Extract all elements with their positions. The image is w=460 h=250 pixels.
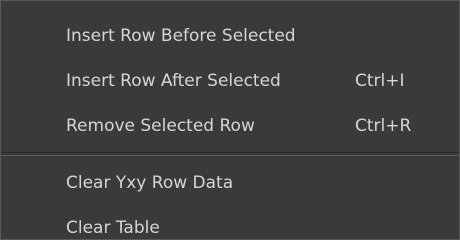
menu-item-insert-row-after[interactable]: Insert Row After Selected Ctrl+I — [1, 58, 459, 103]
menu-item-clear-table[interactable]: Clear Table — [1, 205, 459, 250]
menu-item-shortcut: Ctrl+I — [355, 70, 405, 91]
menu-item-clear-yxy-row-data[interactable]: Clear Yxy Row Data — [1, 160, 459, 205]
context-menu: Insert Row Before Selected Insert Row Af… — [0, 0, 460, 240]
menu-item-label: Clear Yxy Row Data — [66, 172, 234, 193]
menu-item-label: Remove Selected Row — [66, 115, 255, 136]
menu-item-remove-selected-row[interactable]: Remove Selected Row Ctrl+R — [1, 103, 459, 148]
menu-item-shortcut: Ctrl+R — [355, 115, 412, 136]
menu-item-label: Insert Row Before Selected — [66, 25, 296, 46]
menu-item-label: Clear Table — [66, 217, 160, 238]
menu-item-insert-row-before[interactable]: Insert Row Before Selected — [1, 13, 459, 58]
menu-item-label: Insert Row After Selected — [66, 70, 281, 91]
menu-separator — [1, 152, 459, 156]
